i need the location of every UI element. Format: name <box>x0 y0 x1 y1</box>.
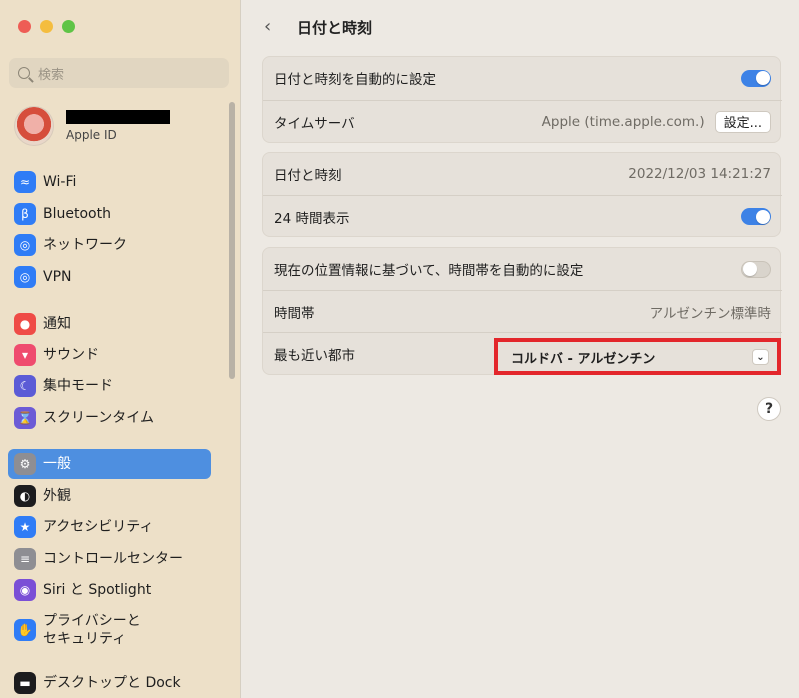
hour24-row: 24 時間表示 <box>263 195 782 237</box>
sidebar-item-label: Siri と Spotlight <box>43 581 152 598</box>
appearance-icon: ◐ <box>14 485 36 507</box>
sidebar-item-label: 一般 <box>43 455 71 472</box>
sidebar-item-label: 通知 <box>43 315 71 332</box>
timezone-row: 時間帯 アルゼンチン標準時 <box>263 290 782 332</box>
gear-icon: ⚙ <box>14 453 36 475</box>
search-field[interactable]: 検索 <box>9 58 229 88</box>
control-center-icon: ≡ <box>14 548 36 570</box>
sidebar-item-accessibility[interactable]: ★ アクセシビリティ <box>8 512 211 542</box>
nearest-city-value: コルドバ - アルゼンチン <box>511 351 656 367</box>
sidebar-item-vpn[interactable]: ◎ VPN <box>8 262 211 292</box>
sidebar-item-label: コントロールセンター <box>43 550 183 567</box>
sidebar-item-moon[interactable]: ☾ 集中モード <box>8 371 211 401</box>
window-controls <box>18 20 75 33</box>
datetime-row: 日付と時刻 2022/12/03 14:21:27 <box>263 153 782 195</box>
datetime-label: 日付と時刻 <box>274 168 342 184</box>
time-server-row: タイムサーバ Apple (time.apple.com.) 設定... <box>263 100 782 142</box>
bluetooth-icon: β <box>14 203 36 225</box>
help-button[interactable]: ? <box>757 397 781 421</box>
search-placeholder: 検索 <box>38 67 65 83</box>
profile-name-redacted <box>66 110 170 124</box>
search-icon <box>18 67 30 79</box>
vpn-icon: ◎ <box>14 266 36 288</box>
sidebar-item-bell[interactable]: ● 通知 <box>8 309 211 339</box>
sidebar-item-label: 集中モード <box>43 377 113 394</box>
nearest-city-highlight: コルドバ - アルゼンチン ⌄ <box>494 338 781 375</box>
profile-subtitle: Apple ID <box>66 128 117 142</box>
tz-auto-toggle[interactable] <box>741 260 771 278</box>
nearest-city-select[interactable]: コルドバ - アルゼンチン ⌄ <box>503 346 773 368</box>
chevron-down-icon: ⌄ <box>752 349 769 365</box>
time-server-value: Apple (time.apple.com.) <box>541 113 705 130</box>
sidebar-item-dock[interactable]: ▬ デスクトップと Dock <box>8 668 211 698</box>
sidebar-item-siri[interactable]: ◉ Siri と Spotlight <box>8 575 211 605</box>
sidebar-item-gear[interactable]: ⚙ 一般 <box>8 449 211 479</box>
sidebar-item-control-center[interactable]: ≡ コントロールセンター <box>8 544 211 574</box>
timezone-value: アルゼンチン標準時 <box>649 305 771 322</box>
speaker-icon: ▾ <box>14 344 36 366</box>
back-chevron-icon[interactable]: ‹ <box>264 18 276 36</box>
close-window-button[interactable] <box>18 20 31 33</box>
sidebar-item-label: VPN <box>43 268 72 285</box>
hand-icon: ✋ <box>14 619 36 641</box>
set-button[interactable]: 設定... <box>714 110 771 133</box>
sidebar-item-label: Bluetooth <box>43 205 111 222</box>
sidebar-item-appearance[interactable]: ◐ 外観 <box>8 481 211 511</box>
tz-auto-row: 現在の位置情報に基づいて、時間帯を自動的に設定 <box>263 248 782 290</box>
hour24-label: 24 時間表示 <box>274 210 350 227</box>
auto-time-card: 日付と時刻を自動的に設定 タイムサーバ Apple (time.apple.co… <box>262 56 782 143</box>
sidebar-item-label: サウンド <box>43 346 99 363</box>
apple-id-profile[interactable]: Apple ID <box>14 106 170 146</box>
datetime-card: 日付と時刻 2022/12/03 14:21:27 24 時間表示 <box>262 152 782 237</box>
accessibility-icon: ★ <box>14 516 36 538</box>
wifi-icon: ≈ <box>14 171 36 193</box>
hourglass-icon: ⌛ <box>14 407 36 429</box>
timezone-label: 時間帯 <box>274 305 315 322</box>
datetime-value[interactable]: 2022/12/03 14:21:27 <box>628 166 771 182</box>
time-server-label: タイムサーバ <box>274 115 355 132</box>
moon-icon: ☾ <box>14 375 36 397</box>
minimize-window-button[interactable] <box>40 20 53 33</box>
globe-icon: ◎ <box>14 234 36 256</box>
sidebar-item-label: 外観 <box>43 487 71 504</box>
sidebar-item-label: プライバシーと セキュリティ <box>43 612 141 647</box>
zoom-window-button[interactable] <box>62 20 75 33</box>
sidebar-scrollbar[interactable] <box>229 102 235 379</box>
sidebar-item-hourglass[interactable]: ⌛ スクリーンタイム <box>8 403 211 433</box>
hour24-toggle[interactable] <box>741 208 771 225</box>
sidebar-item-label: アクセシビリティ <box>43 518 154 535</box>
auto-set-toggle[interactable] <box>741 69 771 87</box>
sidebar-item-wifi[interactable]: ≈ Wi-Fi <box>8 167 211 197</box>
avatar <box>14 106 54 146</box>
sidebar-item-label: ネットワーク <box>43 236 127 253</box>
sidebar-item-label: デスクトップと Dock <box>43 674 181 691</box>
sidebar-item-speaker[interactable]: ▾ サウンド <box>8 340 211 370</box>
sidebar-item-bluetooth[interactable]: β Bluetooth <box>8 199 211 229</box>
siri-icon: ◉ <box>14 579 36 601</box>
dock-icon: ▬ <box>14 672 36 694</box>
sidebar: 検索 Apple ID ≈ Wi-Fi β Bluetooth ◎ ネットワーク ◎ VPN ●… <box>0 0 241 698</box>
bell-icon: ● <box>14 313 36 335</box>
main-pane: ‹ 日付と時刻 日付と時刻を自動的に設定 タイムサーバ Apple (time.… <box>242 0 799 698</box>
sidebar-item-hand[interactable]: ✋ プライバシーと セキュリティ <box>8 609 211 651</box>
auto-set-row: 日付と時刻を自動的に設定 <box>263 57 782 99</box>
sidebar-item-label: スクリーンタイム <box>43 409 155 426</box>
page-title: 日付と時刻 <box>297 19 373 37</box>
sidebar-item-label: Wi-Fi <box>43 173 77 190</box>
tz-auto-label: 現在の位置情報に基づいて、時間帯を自動的に設定 <box>274 263 584 279</box>
auto-set-label: 日付と時刻を自動的に設定 <box>274 72 436 88</box>
sidebar-item-globe[interactable]: ◎ ネットワーク <box>8 230 211 260</box>
